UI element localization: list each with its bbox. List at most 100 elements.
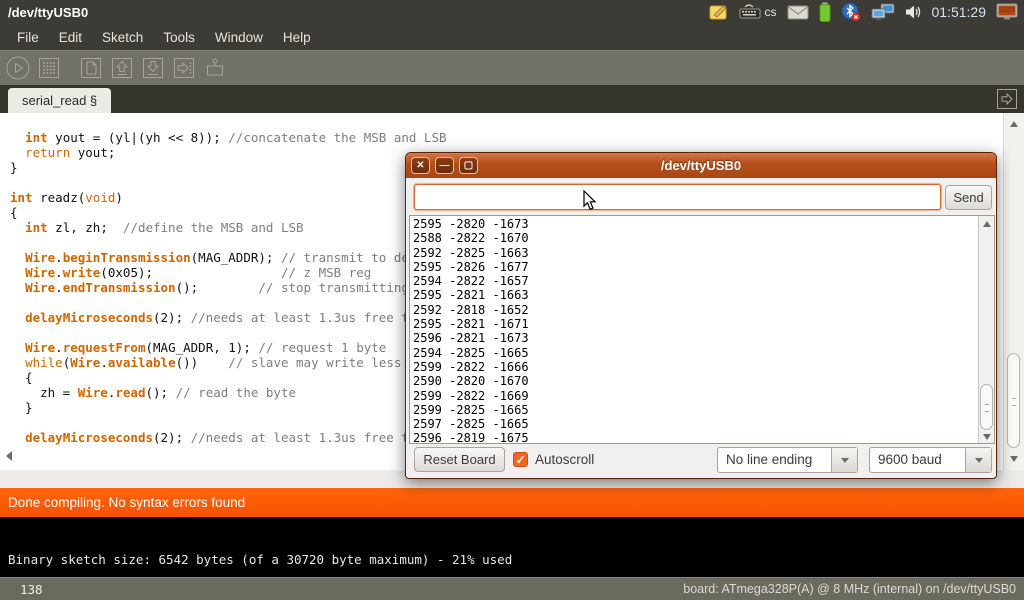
serial-send-input[interactable] [414,184,941,210]
session-icon[interactable] [996,3,1018,21]
dropdown-arrow-button[interactable] [831,448,857,472]
serial-line: 2594 -2822 -1657 [413,274,529,288]
open-button[interactable] [109,55,135,81]
bluetooth-icon[interactable] [841,2,861,22]
save-button[interactable] [140,55,166,81]
mail-icon[interactable] [787,5,809,20]
code-line: int readz(void) [10,190,447,205]
serial-scroll-up-icon[interactable] [983,221,991,227]
tab-menu-button[interactable] [995,88,1019,110]
menu-item[interactable]: Window [206,27,272,48]
code-line [10,175,447,190]
open-icon [110,56,134,80]
serial-scrollbar[interactable] [978,216,994,443]
tab-menu-icon [996,88,1018,110]
line-number: 138 [0,582,43,597]
serial-monitor-window: ✕ — ▢ /dev/ttyUSB0 Send 2595 -2820 -1673… [405,152,997,479]
send-button[interactable]: Send [945,185,992,210]
code-line: Wire.write(0x05); // z MSB reg [10,265,447,280]
serial-line: 2590 -2820 -1670 [413,374,529,388]
code-line: } [10,160,447,175]
code-line [10,325,447,340]
save-icon [141,56,165,80]
baud-rate-value: 9600 baud [870,448,965,472]
code-area: int yout = (yl|(yh << 8)); //concatenate… [10,130,447,445]
tab-bar: serial_read § [0,85,1024,113]
system-window-title: /dev/ttyUSB0 [0,5,88,20]
serial-scroll-down-icon[interactable] [983,434,991,440]
code-line: return yout; [10,145,447,160]
code-line: } [10,400,447,415]
code-line: { [10,370,447,385]
minimize-button[interactable]: — [435,157,454,174]
footer-strip: 138 board: ATmega328P(A) @ 8 MHz (intern… [0,577,1024,600]
serial-monitor-icon [203,56,227,80]
code-line: Wire.beginTransmission(MAG_ADDR); // tra… [10,250,447,265]
menu-item[interactable]: Sketch [93,27,152,48]
serial-line: 2594 -2825 -1665 [413,346,529,360]
autoscroll-label[interactable]: Autoscroll [535,452,594,467]
keyboard-layout-indicator[interactable]: cs [765,5,777,19]
menu-item[interactable]: Edit [50,27,91,48]
toolbar [0,50,1024,85]
menu-item[interactable]: File [8,27,48,48]
scroll-down-arrow-icon[interactable] [1010,456,1018,462]
upload-icon [172,56,196,80]
line-ending-value: No line ending [718,448,831,472]
console-output: Binary sketch size: 6542 bytes (of a 307… [0,517,1024,577]
code-line: while(Wire.available()) // slave may wri… [10,355,447,370]
code-line: zh = Wire.read(); // read the byte [10,385,447,400]
battery-icon[interactable] [819,2,831,22]
autoscroll-checkbox[interactable]: ✓ [513,452,528,467]
serial-line: 2597 -2825 -1665 [413,417,529,431]
code-line: delayMicroseconds(2); //needs at least 1… [10,310,447,325]
serial-line: 2595 -2820 -1673 [413,217,529,231]
serial-monitor-button[interactable] [202,55,228,81]
baud-rate-dropdown[interactable]: 9600 baud [869,447,992,473]
verify-icon [5,55,31,81]
code-line [10,415,447,430]
serial-line: 2592 -2825 -1663 [413,246,529,260]
dropdown-arrow-button[interactable] [965,448,991,472]
code-line: int zl, zh; //define the MSB and LSB [10,220,447,235]
serial-monitor-title: /dev/ttyUSB0 [406,158,996,173]
network-icon[interactable] [871,3,895,22]
clock[interactable]: 01:51:29 [932,4,987,20]
scroll-left-arrow-icon[interactable] [6,451,12,461]
menu-item[interactable]: Tools [154,27,204,48]
new-sketch-button[interactable] [78,55,104,81]
serial-monitor-titlebar[interactable]: ✕ — ▢ /dev/ttyUSB0 [406,153,996,178]
serial-line: 2592 -2818 -1652 [413,303,529,317]
scroll-up-arrow-icon[interactable] [1010,121,1018,127]
serial-line: 2588 -2822 -1670 [413,231,529,245]
upload-button[interactable] [171,55,197,81]
verify-button[interactable] [5,55,31,81]
notes-icon[interactable] [709,3,729,21]
code-line: int yout = (yl|(yh << 8)); //concatenate… [10,130,447,145]
chevron-down-icon [975,458,983,463]
line-ending-dropdown[interactable]: No line ending [717,447,858,473]
serial-output-area[interactable]: 2595 -2820 -16732588 -2822 -16702592 -28… [409,215,995,444]
board-info: board: ATmega328P(A) @ 8 MHz (internal) … [683,582,1024,596]
reset-board-button[interactable]: Reset Board [414,447,505,472]
status-message: Done compiling. No syntax errors found [8,495,245,510]
serial-line: 2599 -2825 -1665 [413,403,529,417]
close-button[interactable]: ✕ [411,157,430,174]
menu-bar: FileEditSketchToolsWindowHelp [0,24,1024,50]
code-line: delayMicroseconds(2); //needs at least 1… [10,430,447,445]
menu-item[interactable]: Help [274,27,320,48]
code-line [10,295,447,310]
volume-icon[interactable] [905,4,922,20]
maximize-button[interactable]: ▢ [459,157,478,174]
editor-scrollbar-thumb[interactable] [1007,353,1020,448]
serial-scrollbar-thumb[interactable] [980,384,993,430]
code-line: { [10,205,447,220]
serial-line: 2599 -2822 -1669 [413,389,529,403]
tab-serial-read[interactable]: serial_read § [8,88,111,113]
keyboard-icon[interactable] [739,4,761,20]
console-text: Binary sketch size: 6542 bytes (of a 307… [8,552,512,567]
stop-button[interactable] [36,55,62,81]
serial-line: 2595 -2821 -1671 [413,317,529,331]
editor-vertical-scrollbar[interactable] [1003,113,1024,470]
system-top-bar: /dev/ttyUSB0 cs 01:51:29 [0,0,1024,24]
